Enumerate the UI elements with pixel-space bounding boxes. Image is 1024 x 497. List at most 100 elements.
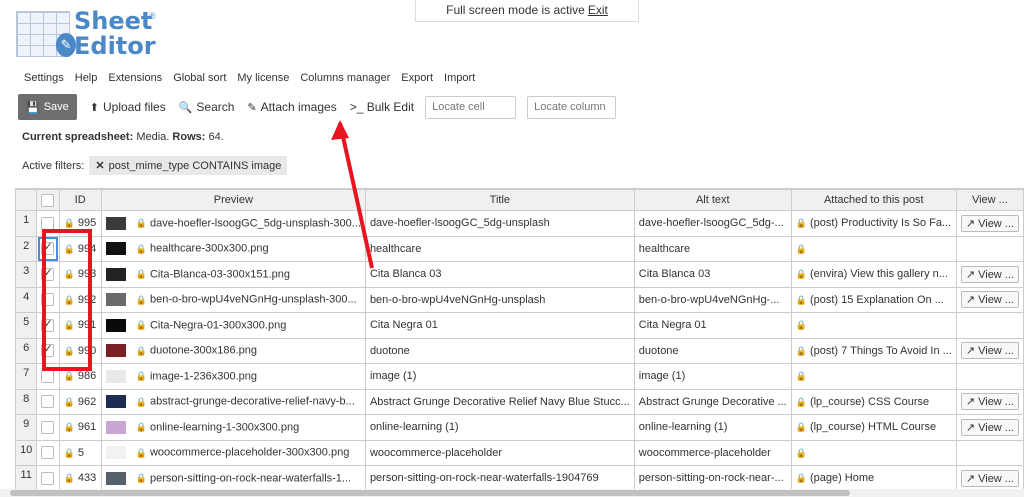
- table-row[interactable]: 10 🔒 5 🔒 woocommerce-placeholder-300x300.p…: [15, 439, 1024, 466]
- preview-cell[interactable]: 🔒 online-learning-1-300x300.png: [100, 414, 366, 441]
- col-view[interactable]: View ...: [955, 189, 1024, 211]
- title-cell[interactable]: online-learning (1): [364, 414, 635, 441]
- checkbox-cell[interactable]: [36, 414, 60, 441]
- attached-cell[interactable]: 🔒 (lp_course) HTML Course: [790, 414, 957, 441]
- id-cell[interactable]: 🔒 993: [58, 261, 102, 288]
- table-row[interactable]: 4 🔒 992 🔒 ben-o-bro-wpU4veNGnHg-unsplash-3…: [15, 286, 1024, 313]
- checkbox-cell[interactable]: [36, 388, 60, 415]
- upload-files-button[interactable]: ⬆ Upload files: [90, 100, 166, 114]
- select-all-checkbox[interactable]: [41, 193, 55, 207]
- alt-text-cell[interactable]: person-sitting-on-rock-near-...: [633, 465, 792, 489]
- view-cell[interactable]: [955, 235, 1024, 262]
- select-all-header[interactable]: [36, 189, 60, 211]
- view-cell[interactable]: ↗ View ...: [955, 337, 1024, 364]
- title-cell[interactable]: Cita Negra 01: [364, 312, 635, 339]
- menu-my-license[interactable]: My license: [237, 72, 289, 88]
- locate-cell-input[interactable]: Locate cell: [425, 95, 517, 119]
- col-id[interactable]: ID: [58, 189, 102, 211]
- id-cell[interactable]: 🔒 994: [58, 235, 102, 262]
- alt-text-cell[interactable]: Cita Negra 01: [633, 312, 792, 339]
- view-button[interactable]: ↗ View ...: [960, 265, 1019, 283]
- row-checkbox[interactable]: [41, 369, 55, 383]
- checkbox-cell[interactable]: [36, 210, 60, 237]
- attach-images-button[interactable]: ✎ Attach images: [247, 100, 336, 114]
- row-checkbox[interactable]: [41, 293, 55, 307]
- col-alt-text[interactable]: Alt text: [633, 189, 792, 211]
- view-button[interactable]: ↗ View ...: [960, 469, 1019, 487]
- attached-cell[interactable]: 🔒: [790, 439, 957, 466]
- table-row[interactable]: 6 🔒990 🔒duotone-300x186.png duotone duot…: [15, 337, 1024, 364]
- preview-cell[interactable]: 🔒 Cita-Negra-01-300x300.png: [100, 312, 366, 339]
- view-button[interactable]: ↗ View ...: [960, 214, 1019, 232]
- row-checkbox[interactable]: [41, 216, 55, 230]
- id-cell[interactable]: 🔒 5: [58, 439, 102, 466]
- view-button[interactable]: ↗ View ...: [960, 291, 1019, 309]
- id-cell[interactable]: 🔒 962: [58, 388, 102, 415]
- table-row[interactable]: 1 🔒 995 🔒 dave-hoefler-lsoogGC_5dg-unsplas…: [15, 210, 1024, 237]
- alt-text-cell[interactable]: online-learning (1): [633, 414, 792, 441]
- view-cell[interactable]: ↗ View ...: [955, 210, 1024, 237]
- title-cell[interactable]: ben-o-bro-wpU4veNGnHg-unsplash: [364, 286, 635, 313]
- alt-text-cell[interactable]: image (1): [633, 363, 792, 390]
- attached-cell[interactable]: 🔒 (post) 15 Explanation On ...: [790, 286, 957, 313]
- table-row[interactable]: 11 🔒 433 🔒 person-sitting-on-rock-near-wat…: [15, 465, 1024, 489]
- title-cell[interactable]: duotone: [364, 337, 635, 364]
- remove-filter-icon[interactable]: ✕: [95, 160, 104, 172]
- table-row[interactable]: 5 🔒991 🔒Cita-Negra-01-300x300.png Cita N…: [15, 312, 1024, 339]
- title-cell[interactable]: healthcare: [364, 235, 635, 262]
- title-cell[interactable]: Cita Blanca 03: [364, 261, 635, 288]
- view-cell[interactable]: ↗ View ...: [955, 261, 1024, 288]
- search-button[interactable]: 🔍 Search: [179, 100, 235, 114]
- checkbox-cell[interactable]: [36, 363, 60, 390]
- attached-cell[interactable]: 🔒: [790, 235, 957, 262]
- preview-cell[interactable]: 🔒 person-sitting-on-rock-near-waterfalls-…: [100, 465, 366, 489]
- col-preview[interactable]: Preview: [100, 189, 366, 211]
- title-cell[interactable]: image (1): [364, 363, 635, 390]
- menu-extensions[interactable]: Extensions: [108, 72, 162, 88]
- view-button[interactable]: ↗ View ...: [960, 418, 1019, 436]
- attached-cell[interactable]: 🔒: [790, 312, 957, 339]
- attached-cell[interactable]: 🔒 (post) Productivity Is So Fa...: [790, 210, 957, 237]
- alt-text-cell[interactable]: healthcare: [633, 235, 792, 262]
- table-row[interactable]: 7 🔒 986 🔒 image-1-236x300.png image (1) im…: [15, 363, 1024, 390]
- table-row[interactable]: 8 🔒 962 🔒 abstract-grunge-decorative-relie…: [15, 388, 1024, 415]
- alt-text-cell[interactable]: ben-o-bro-wpU4veNGnHg-...: [633, 286, 792, 313]
- filter-chip[interactable]: ✕ post_mime_type CONTAINS image: [89, 156, 288, 175]
- checkbox-cell[interactable]: [36, 286, 60, 313]
- checkbox-cell[interactable]: [36, 465, 60, 489]
- row-checkbox[interactable]: [41, 266, 55, 281]
- preview-cell[interactable]: 🔒 duotone-300x186.png: [100, 337, 366, 364]
- preview-cell[interactable]: 🔒 image-1-236x300.png: [100, 363, 366, 390]
- exit-fullscreen-link[interactable]: Exit: [588, 3, 608, 17]
- alt-text-cell[interactable]: Cita Blanca 03: [633, 261, 792, 288]
- view-cell[interactable]: [955, 439, 1024, 466]
- menu-global-sort[interactable]: Global sort: [173, 72, 226, 88]
- menu-columns-manager[interactable]: Columns manager: [300, 72, 390, 88]
- locate-column-input[interactable]: Locate column: [527, 95, 617, 119]
- alt-text-cell[interactable]: Abstract Grunge Decorative ...: [633, 388, 792, 415]
- view-button[interactable]: ↗ View ...: [960, 393, 1019, 411]
- checkbox-cell[interactable]: [36, 337, 60, 364]
- table-row[interactable]: 9 🔒 961 🔒 online-learning-1-300x300.png on…: [15, 414, 1024, 441]
- preview-cell[interactable]: 🔒 ben-o-bro-wpU4veNGnHg-unsplash-300...: [100, 286, 366, 313]
- col-title[interactable]: Title: [364, 189, 635, 211]
- id-cell[interactable]: 🔒 990: [58, 337, 102, 364]
- row-checkbox[interactable]: [41, 420, 55, 434]
- attached-cell[interactable]: 🔒 (post) 7 Things To Avoid In ...: [790, 337, 957, 364]
- id-cell[interactable]: 🔒 995: [58, 210, 102, 237]
- col-attached[interactable]: Attached to this post: [790, 189, 957, 211]
- preview-cell[interactable]: 🔒 woocommerce-placeholder-300x300.png: [100, 439, 366, 466]
- table-row[interactable]: 2 🔒994 🔒healthcare-300x300.png healthcar…: [15, 235, 1024, 262]
- view-button[interactable]: ↗ View ...: [960, 342, 1019, 360]
- preview-cell[interactable]: 🔒 dave-hoefler-lsoogGC_5dg-unsplash-300..…: [100, 210, 366, 237]
- view-cell[interactable]: [955, 312, 1024, 339]
- alt-text-cell[interactable]: dave-hoefler-lsoogGC_5dg-...: [633, 210, 792, 237]
- preview-cell[interactable]: 🔒 healthcare-300x300.png: [100, 235, 366, 262]
- id-cell[interactable]: 🔒 433: [58, 465, 102, 489]
- checkbox-cell[interactable]: [36, 439, 60, 466]
- checkbox-cell[interactable]: [36, 235, 60, 262]
- save-button[interactable]: 💾 Save: [18, 94, 77, 120]
- menu-import[interactable]: Import: [444, 72, 475, 88]
- title-cell[interactable]: dave-hoefler-lsoogGC_5dg-unsplash: [364, 210, 635, 237]
- title-cell[interactable]: Abstract Grunge Decorative Relief Navy B…: [364, 388, 635, 415]
